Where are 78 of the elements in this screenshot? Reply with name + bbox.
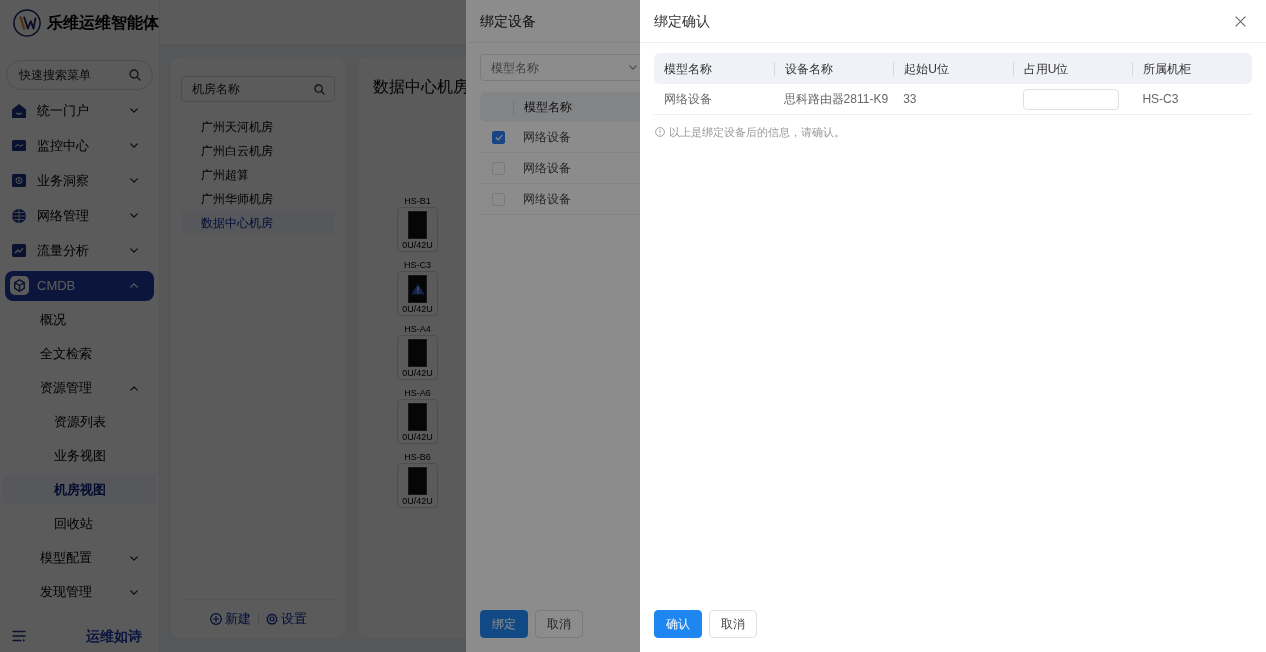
column-header: 所属机柜: [1143, 60, 1192, 78]
room-item[interactable]: 广州超算: [181, 163, 335, 187]
menu-item[interactable]: 监控中心: [5, 130, 154, 161]
rack-usage: 0U/42U: [402, 304, 433, 314]
menu-item[interactable]: 流量分析: [5, 235, 154, 266]
rack-usage: 0U/42U: [402, 240, 433, 250]
menu-item[interactable]: 业务洞察: [5, 165, 154, 196]
menu-item[interactable]: 资源列表: [3, 407, 156, 437]
info-note: 以上是绑定设备后的信息，请确认。: [669, 125, 845, 140]
rack-card[interactable]: 0U/42U: [397, 335, 438, 380]
settings-button[interactable]: 设置: [265, 609, 307, 629]
rack-card[interactable]: 0U/42U: [397, 399, 438, 444]
chevron-down-icon: [629, 65, 637, 70]
room-item[interactable]: 广州华师机房: [181, 187, 335, 211]
rack-label: HS-C3: [404, 260, 431, 270]
primary-button[interactable]: 绑定: [480, 610, 528, 638]
rack-label: HS-A4: [404, 324, 431, 334]
search-field[interactable]: 机房名称: [181, 76, 335, 102]
home-icon: [12, 103, 26, 118]
column-header: 设备名称: [784, 60, 833, 78]
info-icon: [655, 127, 665, 138]
menu-item[interactable]: 网络管理: [5, 200, 154, 231]
search-field[interactable]: 快速搜索菜单: [6, 60, 153, 90]
rack-usage: 0U/42U: [402, 368, 433, 378]
menu-item[interactable]: 发现管理: [3, 577, 156, 607]
table-cell-text: 网络设备: [664, 91, 712, 108]
column-header: 起始U位: [904, 60, 949, 78]
rack-card[interactable]: 0U/42U: [397, 207, 438, 252]
gear-icon: [265, 613, 278, 625]
room-item[interactable]: 数据中心机房: [181, 211, 335, 235]
table-cell-text: HS-C3: [1142, 91, 1179, 108]
table-cell-text: 33: [903, 91, 917, 108]
rack-label: HS-B1: [404, 196, 431, 206]
room-item[interactable]: 广州天河机房: [181, 115, 335, 139]
menu-item[interactable]: 概况: [3, 305, 156, 335]
rack-card[interactable]: 0U/42U: [397, 463, 438, 508]
menu-item[interactable]: 业务视图: [3, 441, 156, 471]
rack-label: HS-B6: [404, 452, 431, 462]
checkbox[interactable]: [492, 130, 505, 144]
table-cell-text: 思科路由器2811-K9: [783, 91, 889, 108]
table-cell-text: 网络设备: [523, 160, 571, 177]
add-button[interactable]: 新建: [209, 609, 251, 629]
drawer-title: 绑定确认: [654, 11, 710, 31]
search-icon[interactable]: [314, 84, 325, 95]
brand-name: 乐维运维智能体: [47, 13, 159, 33]
menu-icon[interactable]: [12, 630, 26, 642]
cancel-button[interactable]: 取消: [709, 610, 757, 638]
column-header: 模型名称: [664, 60, 712, 78]
drawer-title: 绑定设备: [480, 11, 536, 31]
plus-circle-icon: [209, 613, 222, 625]
primary-button[interactable]: 确认: [654, 610, 702, 638]
warning-icon: [410, 283, 425, 295]
rack-card[interactable]: 0U/42U: [397, 271, 438, 316]
room-item[interactable]: 广州白云机房: [181, 139, 335, 163]
menu-item[interactable]: 全文检索: [3, 339, 156, 369]
menu-item[interactable]: 资源管理: [3, 373, 156, 403]
rack-usage: 0U/42U: [402, 432, 433, 442]
chart-icon: [12, 244, 26, 257]
close-icon[interactable]: [1235, 15, 1246, 27]
input-field[interactable]: [1022, 88, 1119, 110]
rack-label: HS-A6: [404, 388, 431, 398]
footer-brand-text: 运维如诗: [86, 626, 142, 646]
search-icon[interactable]: [129, 69, 141, 81]
menu-item[interactable]: 回收站: [3, 509, 156, 539]
monitor-icon: [12, 140, 26, 151]
table-cell-text: 网络设备: [523, 129, 571, 146]
cube-icon: [9, 276, 29, 295]
cancel-button[interactable]: 取消: [535, 610, 583, 638]
menu-item[interactable]: 机房视图: [3, 475, 156, 505]
rack-usage: 0U/42U: [402, 496, 433, 506]
column-header: 模型名称: [524, 99, 572, 116]
target-screen-icon: [12, 174, 26, 187]
menu-item[interactable]: CMDB: [5, 270, 154, 301]
menu-item[interactable]: 模型配置: [3, 543, 156, 573]
logo-icon: [13, 8, 41, 38]
globe-icon: [12, 208, 26, 223]
table-cell-text: 网络设备: [523, 191, 571, 208]
column-header: 占用U位: [1023, 60, 1069, 78]
